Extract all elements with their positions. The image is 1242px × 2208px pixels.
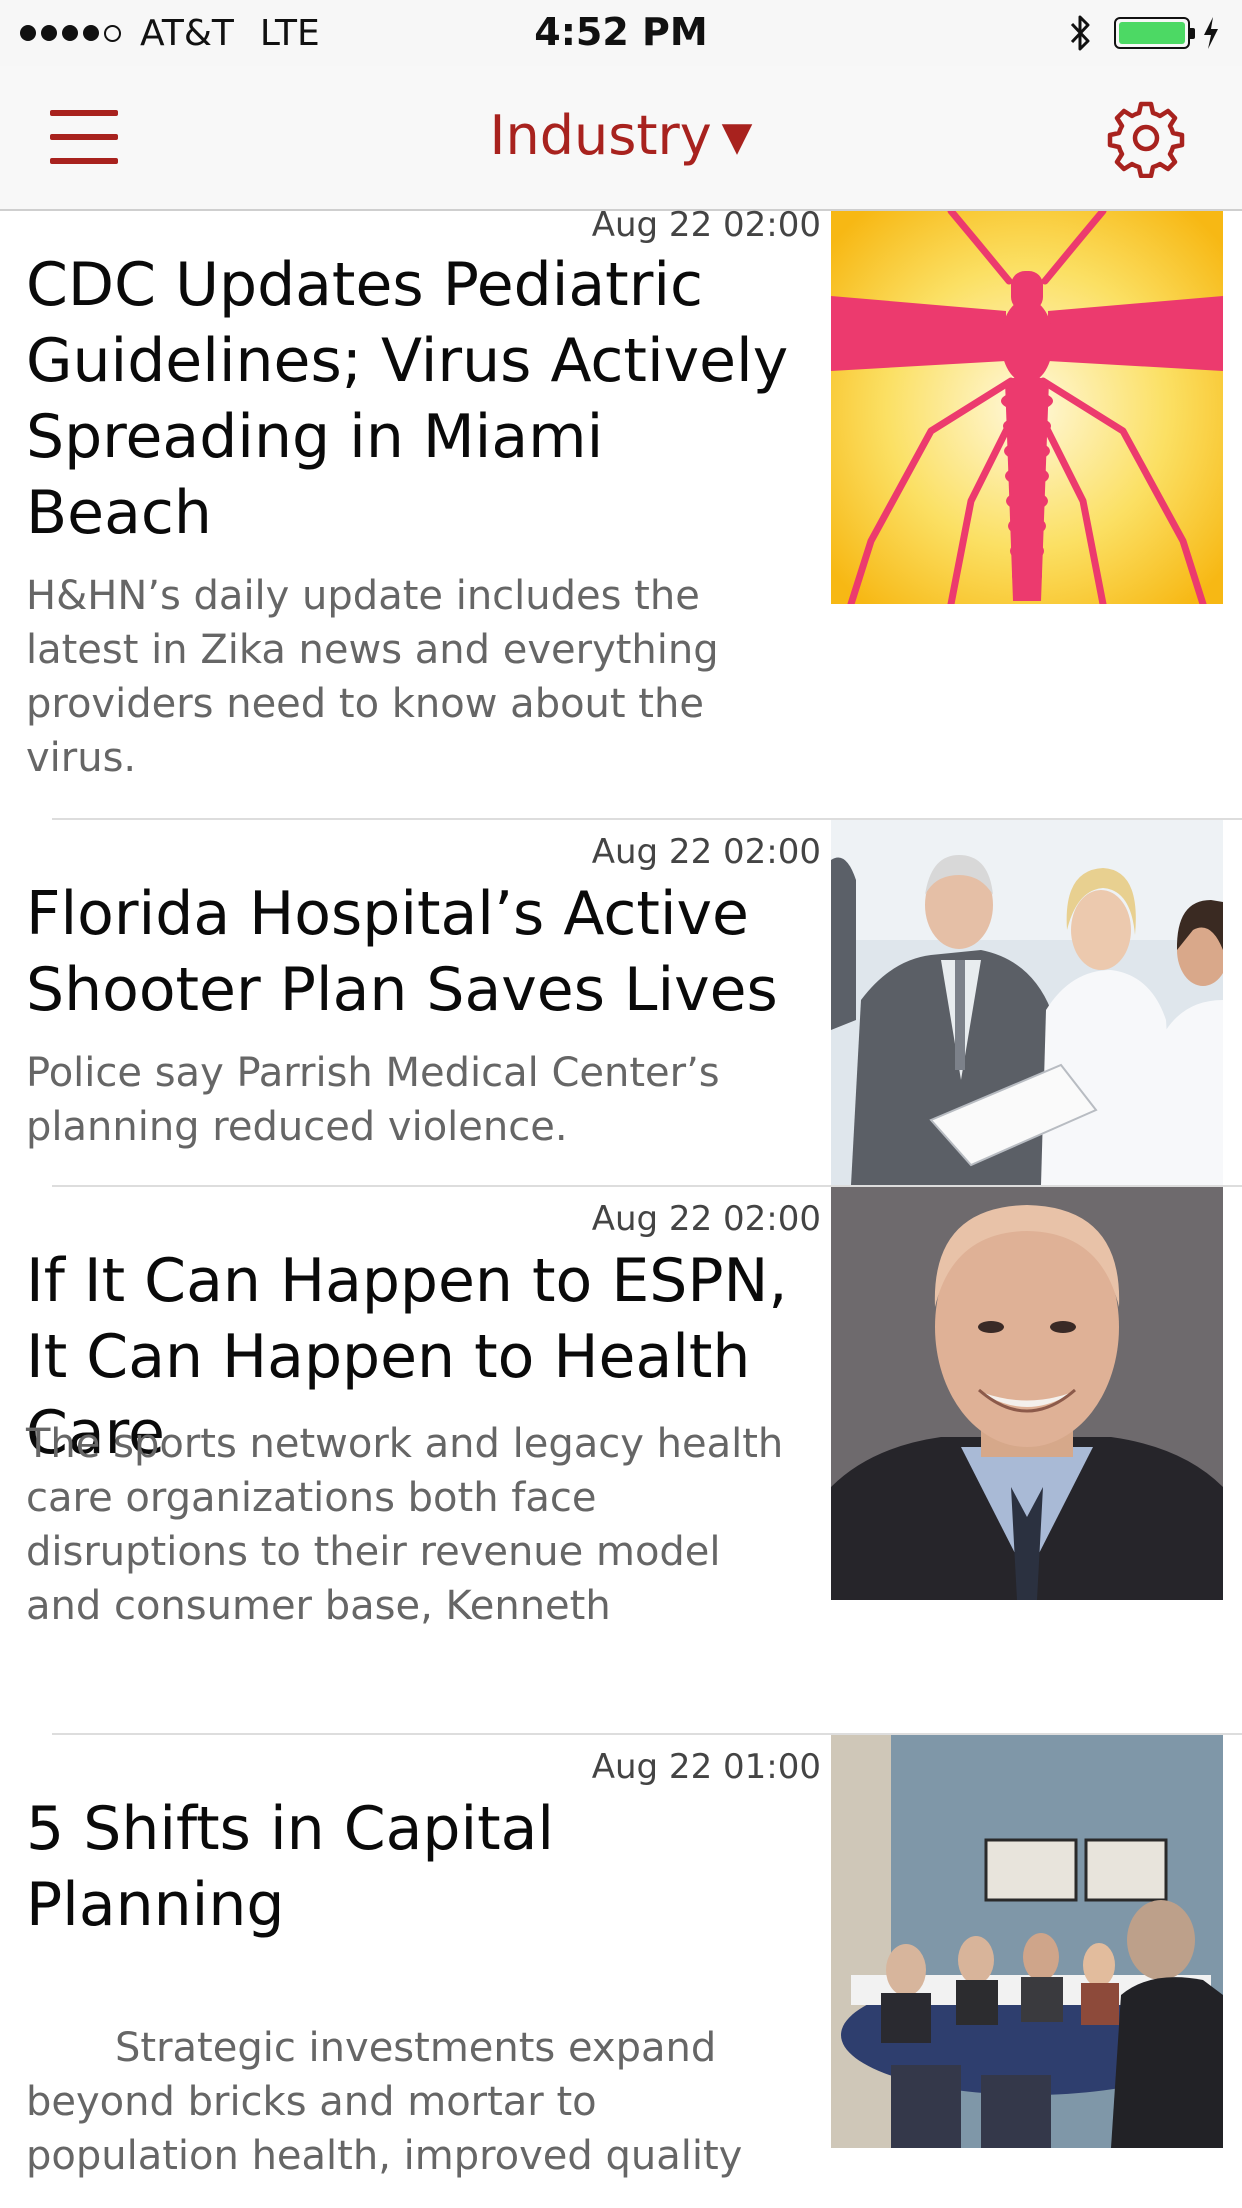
- article-headline: 5 Shifts in Capital Planning: [26, 1794, 555, 1940]
- article-date: Aug 22 02:00: [591, 1199, 821, 1239]
- mosquito-illustration: [831, 211, 1223, 604]
- nav-bar: Industry ▼: [0, 66, 1242, 211]
- article-summary: H&HN’s daily update includes the latest …: [26, 573, 719, 781]
- article-card[interactable]: Aug 22 02:00 CDC Updates Pediatric Guide…: [0, 205, 1242, 818]
- article-summary: Police say Parrish Medical Center’s plan…: [26, 1050, 720, 1150]
- category-dropdown[interactable]: Industry ▼: [0, 104, 1242, 167]
- article-card[interactable]: Aug 22 02:00 Florida Hospital’s Active S…: [0, 818, 1242, 1185]
- article-thumbnail: [831, 211, 1223, 604]
- article-headline: Florida Hospital’s Active Shooter Plan S…: [26, 879, 778, 1025]
- gear-icon[interactable]: [1106, 98, 1186, 178]
- status-bar: AT&T LTE 4:52 PM: [0, 0, 1242, 66]
- article-thumbnail: [831, 1735, 1223, 2148]
- article-thumbnail: [831, 820, 1223, 1185]
- status-bar-right: [1068, 12, 1220, 54]
- caret-down-icon: ▼: [721, 114, 753, 160]
- article-date: Aug 22 01:00: [591, 1747, 821, 1787]
- article-summary: The sports network and legacy health car…: [26, 1421, 784, 1629]
- bluetooth-icon: [1070, 15, 1090, 51]
- article-thumbnail: [831, 1187, 1223, 1600]
- article-date: Aug 22 02:00: [591, 832, 821, 872]
- status-time: 4:52 PM: [534, 10, 708, 54]
- conference-meeting-photo: [831, 1735, 1223, 2148]
- article-card[interactable]: Aug 22 02:00 If It Can Happen to ESPN, I…: [0, 1185, 1242, 1733]
- article-headline: CDC Updates Pediatric Guidelines; Virus …: [26, 250, 789, 548]
- article-date: Aug 22 02:00: [591, 205, 821, 245]
- article-card[interactable]: Aug 22 01:00 5 Shifts in Capital Plannin…: [0, 1733, 1242, 2208]
- article-summary: Strategic investments expand beyond bric…: [26, 2025, 743, 2179]
- doctors-with-clipboard-photo: [831, 820, 1223, 1185]
- battery-level: [1119, 22, 1185, 44]
- category-title: Industry: [489, 104, 712, 167]
- man-headshot-photo: [831, 1187, 1223, 1600]
- battery-icon: [1114, 17, 1195, 49]
- charging-bolt-icon: [1204, 17, 1218, 49]
